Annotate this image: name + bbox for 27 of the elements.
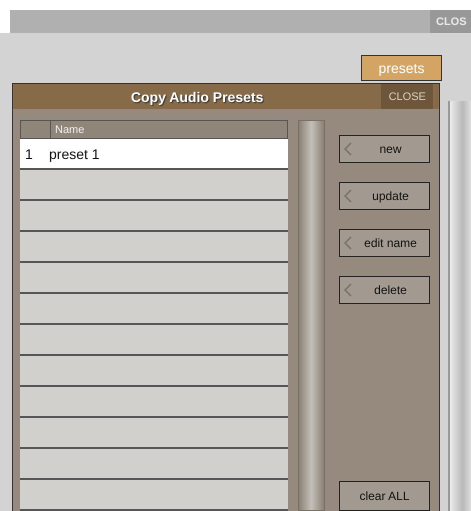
table-row[interactable]	[20, 263, 288, 294]
action-button[interactable]: new	[339, 135, 430, 163]
close-button[interactable]: CLOSE	[381, 84, 434, 109]
chevron-left-icon	[344, 142, 352, 156]
column-header: Name	[54, 123, 86, 138]
table-row[interactable]	[20, 480, 288, 511]
action-button[interactable]: update	[339, 182, 430, 210]
action-button[interactable]: delete	[339, 276, 430, 304]
table-row[interactable]	[20, 232, 288, 263]
table-row[interactable]	[20, 201, 288, 232]
row-number: 1	[24, 146, 34, 162]
chevron-left-icon	[344, 236, 352, 250]
chevron-left-icon	[344, 189, 352, 203]
table-row[interactable]	[20, 325, 288, 356]
scrollbar[interactable]	[298, 120, 325, 511]
action-button[interactable]: edit name	[339, 229, 430, 257]
table-row[interactable]	[20, 356, 288, 387]
table-row[interactable]	[20, 449, 288, 480]
chevron-left-icon	[344, 283, 352, 297]
table-row[interactable]: 1 preset 1	[20, 139, 288, 170]
table-row[interactable]	[20, 418, 288, 449]
dialog-title: Copy Audio Presets	[130, 88, 264, 104]
table-row[interactable]	[20, 294, 288, 325]
clear-all-button[interactable]: clear ALL	[339, 481, 430, 511]
table-row[interactable]	[20, 387, 288, 418]
preset-name: preset 1	[49, 146, 100, 162]
table-row[interactable]	[20, 170, 288, 201]
